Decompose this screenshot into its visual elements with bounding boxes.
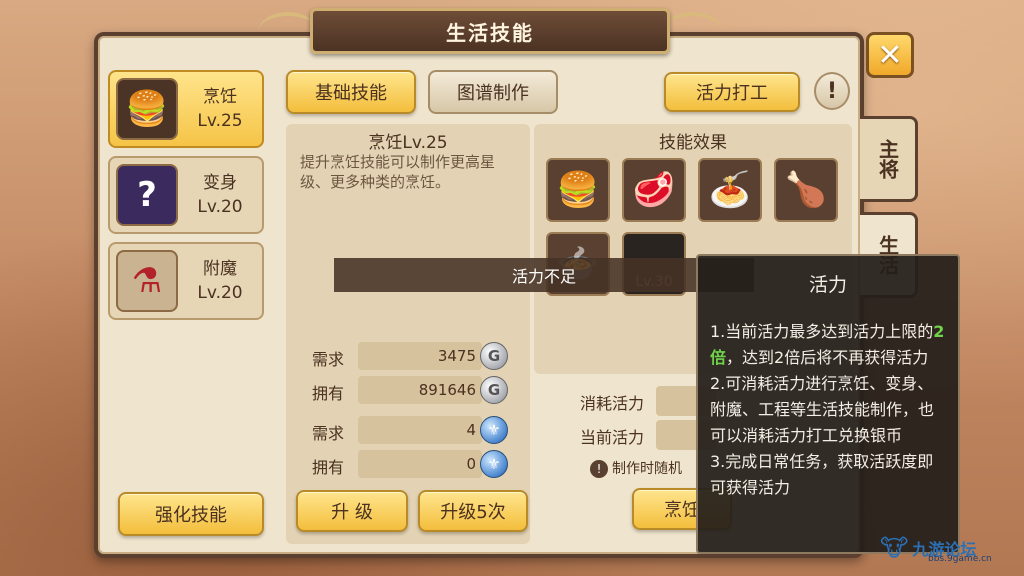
blue-crystal-icon: ⚜	[480, 416, 508, 444]
close-button[interactable]: ✕	[866, 32, 914, 78]
tab-recipe-crafting[interactable]: 图谱制作	[428, 70, 558, 114]
upgrade-5x-button[interactable]: 升级5次	[418, 490, 528, 532]
skill-item-cooking[interactable]: 🍔 烹饪 Lv.25	[108, 70, 264, 148]
skill-name: 变身	[203, 173, 237, 193]
stat-label: 需求	[312, 350, 345, 369]
skill-item-transform[interactable]: ? 变身 Lv.20	[108, 156, 264, 234]
info-icon[interactable]: !	[814, 72, 850, 110]
silver-coin-icon: G	[480, 342, 508, 370]
stat-value: 0	[358, 450, 482, 478]
tab-main-general-label: 主将	[875, 139, 900, 179]
site-watermark: 🐮 九游论坛 bbs.9game.cn	[880, 528, 1020, 568]
window-title: 生活技能	[310, 8, 670, 54]
vitality-tooltip: 活力 1.当前活力最多达到活力上限的2倍，达到2倍后将不再获得活力 2.可消耗活…	[696, 254, 960, 554]
stat-value: 891646	[358, 376, 482, 404]
steak-icon[interactable]: 🥩	[622, 158, 686, 222]
skill-name: 烹饪	[203, 87, 237, 107]
watermark-url: bbs.9game.cn	[928, 554, 992, 564]
tooltip-line3: 3.完成日常任务，获取活跃度即可获得活力	[710, 452, 934, 497]
vitality-current-label: 当前活力	[580, 428, 645, 447]
skill-name: 附魔	[203, 259, 237, 279]
tab-basic-skills[interactable]: 基础技能	[286, 70, 416, 114]
skill-item-enchant[interactable]: ⚗ 附魔 Lv.20	[108, 242, 264, 320]
crafting-note-text: 制作时随机	[612, 461, 682, 477]
vitality-work-button[interactable]: 活力打工	[664, 72, 800, 112]
skill-detail-title: 烹饪Lv.25	[368, 133, 448, 153]
tab-main-general[interactable]: 主将	[860, 116, 918, 202]
tooltip-line1-pre: 1.当前活力最多达到活力上限的	[710, 322, 934, 341]
stat-label: 需求	[312, 424, 345, 443]
stat-label: 拥有	[312, 458, 345, 477]
mascot-icon: 🐮	[880, 534, 909, 562]
tooltip-body: 1.当前活力最多达到活力上限的2倍，达到2倍后将不再获得活力 2.可消耗活力进行…	[710, 319, 946, 501]
close-icon: ✕	[877, 37, 903, 73]
banner-ornament-right	[662, 12, 722, 52]
skill-level: Lv.20	[197, 283, 243, 303]
banner-ornament-left	[258, 12, 318, 52]
skill-effects-title: 技能效果	[659, 133, 727, 153]
stat-value: 4	[358, 416, 482, 444]
pasta-icon[interactable]: 🍝	[698, 158, 762, 222]
stat-value: 3475	[358, 342, 482, 370]
warning-icon: !	[590, 460, 608, 478]
skill-detail-description: 提升烹饪技能可以制作更高星级、更多种类的烹饪。	[300, 153, 496, 191]
mystery-card-icon: ?	[116, 164, 178, 226]
enhance-skill-button[interactable]: 强化技能	[118, 492, 264, 536]
silver-coin-icon: G	[480, 376, 508, 404]
insufficient-vitality-toast: 活力不足	[334, 258, 754, 292]
burger-icon[interactable]: 🍔	[546, 158, 610, 222]
roast-chicken-icon[interactable]: 🍗	[774, 158, 838, 222]
blue-crystal-icon: ⚜	[480, 450, 508, 478]
skill-level: Lv.20	[197, 197, 243, 217]
skill-level: Lv.25	[197, 111, 243, 131]
burger-icon: 🍔	[116, 78, 178, 140]
tooltip-line2: 2.可消耗活力进行烹饪、变身、附魔、工程等生活技能制作，也可以消耗活力打工兑换银…	[710, 374, 935, 445]
potion-icon: ⚗	[116, 250, 178, 312]
vitality-consume-label: 消耗活力	[580, 394, 645, 413]
stat-label: 拥有	[312, 384, 345, 403]
crafting-note: ! 制作时随机	[590, 458, 682, 478]
tooltip-line1-post: ，达到2倍后将不再获得活力	[726, 348, 929, 367]
tooltip-title: 活力	[808, 274, 847, 296]
upgrade-button[interactable]: 升 级	[296, 490, 408, 532]
